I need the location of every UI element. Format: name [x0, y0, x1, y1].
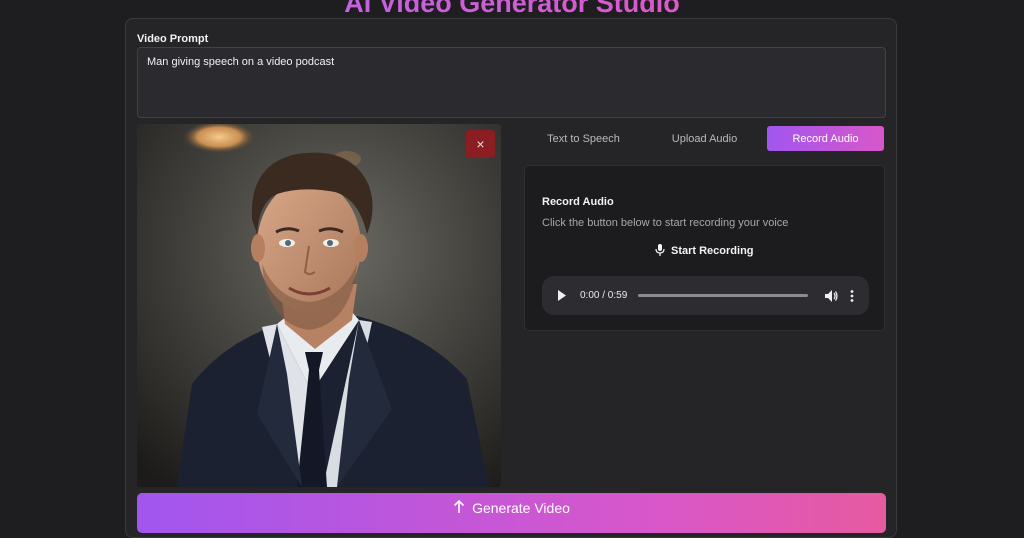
prompt-textarea[interactable]: Man giving speech on a video podcast	[137, 47, 886, 118]
start-recording-label: Start Recording	[671, 245, 754, 257]
microphone-icon	[655, 243, 665, 259]
tab-upload-audio[interactable]: Upload Audio	[646, 126, 763, 151]
play-icon[interactable]	[554, 288, 570, 304]
record-audio-heading: Record Audio	[542, 196, 614, 208]
generate-video-label: Generate Video	[472, 500, 570, 516]
prompt-label: Video Prompt	[137, 33, 209, 45]
generate-video-button[interactable]: Generate Video	[137, 493, 886, 533]
close-icon: ×	[476, 136, 485, 152]
tab-text-to-speech[interactable]: Text to Speech	[525, 126, 642, 151]
uploaded-portrait-image	[137, 124, 501, 487]
page-title: AI Video Generator Studio	[0, 0, 1024, 18]
tab-record-audio[interactable]: Record Audio	[767, 126, 884, 151]
record-audio-description: Click the button below to start recordin…	[542, 217, 789, 229]
volume-icon[interactable]	[824, 289, 838, 303]
audio-time-readout: 0:00 / 0:59	[580, 290, 628, 301]
more-options-icon[interactable]	[848, 289, 856, 303]
audio-source-tabs: Text to Speech Upload Audio Record Audio	[523, 125, 886, 152]
audio-player: 0:00 / 0:59	[542, 276, 869, 315]
start-recording-button[interactable]: Start Recording	[655, 242, 754, 260]
remove-image-button[interactable]: ×	[466, 130, 495, 158]
upload-arrow-icon	[453, 499, 465, 517]
audio-seek-bar[interactable]	[638, 294, 809, 297]
record-audio-panel: Record Audio Click the button below to s…	[524, 165, 885, 331]
